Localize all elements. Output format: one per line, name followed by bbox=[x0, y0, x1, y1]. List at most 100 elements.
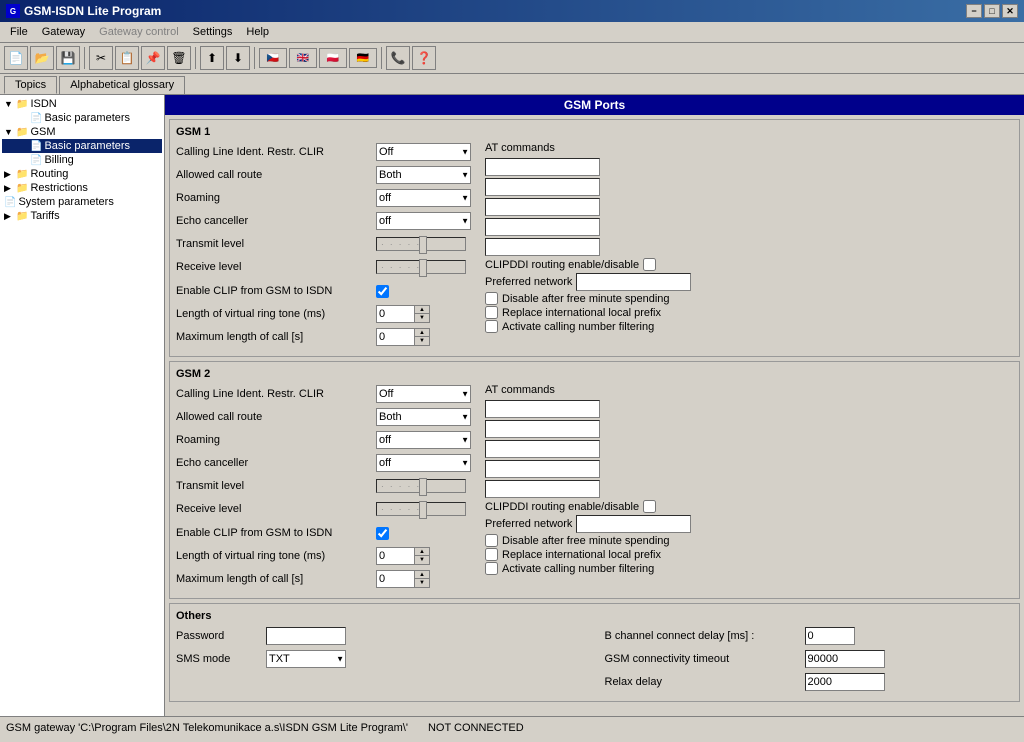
gsm1-maxcall-label: Maximum length of call [s] bbox=[176, 331, 376, 343]
others-password-input[interactable] bbox=[266, 627, 346, 645]
gsm1-clir-select[interactable]: OffOnAuto bbox=[376, 143, 471, 161]
gsm1-maxcall-input[interactable] bbox=[377, 329, 415, 345]
gsm2-maxcall-up[interactable]: ▲ bbox=[415, 571, 429, 579]
others-right-col: B channel connect delay [ms] : GSM conne… bbox=[605, 626, 1014, 695]
help-button[interactable]: ❓ bbox=[412, 46, 436, 70]
tree-item-gsm-billing[interactable]: 📄 Billing bbox=[2, 153, 162, 167]
gsm2-prefnet-input[interactable] bbox=[576, 515, 691, 533]
copy-button[interactable]: 📋 bbox=[115, 46, 139, 70]
paste-button[interactable]: 📌 bbox=[141, 46, 165, 70]
gsm1-at-input3[interactable] bbox=[485, 198, 600, 216]
others-sms-wrapper: TXTPDU bbox=[266, 650, 346, 668]
gsm1-clip-label: Enable CLIP from GSM to ISDN bbox=[176, 285, 376, 297]
gsm2-ring-input[interactable] bbox=[377, 548, 415, 564]
gsm1-maxcall-up[interactable]: ▲ bbox=[415, 329, 429, 337]
gsm2-transmit-slider[interactable]: · · · · · bbox=[376, 479, 466, 493]
gsm2-at-input3[interactable] bbox=[485, 440, 600, 458]
delete-button[interactable]: 🗑 bbox=[167, 46, 191, 70]
tree-item-routing[interactable]: ▶ 📁 Routing bbox=[2, 167, 162, 181]
gsm2-route-select[interactable]: BothOutgoingIncoming bbox=[376, 408, 471, 426]
phone-button[interactable]: 📞 bbox=[386, 46, 410, 70]
upload-button[interactable]: ⬆ bbox=[200, 46, 224, 70]
menu-settings[interactable]: Settings bbox=[187, 24, 239, 40]
flag-cz[interactable]: 🇨🇿 bbox=[259, 48, 287, 68]
others-gsmtimeout-input[interactable] bbox=[805, 650, 885, 668]
gsm2-filter-checkbox[interactable] bbox=[485, 562, 498, 575]
toolbar: 📄 📂 💾 ✂ 📋 📌 🗑 ⬆ ⬇ 🇨🇿 🇬🇧 🇵🇱 🇩🇪 📞 ❓ bbox=[0, 43, 1024, 74]
save-button[interactable]: 💾 bbox=[56, 46, 80, 70]
gsm2-replace-checkbox[interactable] bbox=[485, 548, 498, 561]
gsm2-group: GSM 2 Calling Line Ident. Restr. CLIR Of… bbox=[169, 361, 1020, 599]
tree-item-isdn[interactable]: ▼ 📁 ISDN bbox=[2, 97, 162, 111]
gsm2-disable-checkbox[interactable] bbox=[485, 534, 498, 547]
gsm2-ring-row: Length of virtual ring tone (ms) ▲ ▼ bbox=[176, 546, 471, 566]
gsm1-transmit-dots: · · · · · bbox=[377, 240, 425, 249]
gsm2-at-input2[interactable] bbox=[485, 420, 600, 438]
gsm1-ring-up[interactable]: ▲ bbox=[415, 306, 429, 314]
gsm1-receive-slider[interactable]: · · · · · bbox=[376, 260, 466, 274]
gsm1-disable-checkbox[interactable] bbox=[485, 292, 498, 305]
gsm1-route-label: Allowed call route bbox=[176, 169, 376, 181]
gsm2-receive-slider[interactable]: · · · · · bbox=[376, 502, 466, 516]
tree-item-sysparams[interactable]: 📄 System parameters bbox=[2, 195, 162, 209]
minimize-button[interactable]: − bbox=[966, 4, 982, 18]
flag-pl[interactable]: 🇵🇱 bbox=[319, 48, 347, 68]
tree-item-tariffs[interactable]: ▶ 📁 Tariffs bbox=[2, 209, 162, 223]
close-button[interactable]: ✕ bbox=[1002, 4, 1018, 18]
others-bchannel-input[interactable] bbox=[805, 627, 855, 645]
gsm1-replace-checkbox[interactable] bbox=[485, 306, 498, 319]
gsm1-clip-checkbox[interactable] bbox=[376, 285, 389, 298]
gsm1-transmit-slider[interactable]: · · · · · bbox=[376, 237, 466, 251]
tree-item-gsm-basic[interactable]: 📄 Basic parameters bbox=[2, 139, 162, 153]
gsm1-ring-down[interactable]: ▼ bbox=[415, 314, 429, 322]
tree-item-gsm[interactable]: ▼ 📁 GSM bbox=[2, 125, 162, 139]
menu-file[interactable]: File bbox=[4, 24, 34, 40]
gsm2-clir-select[interactable]: OffOnAuto bbox=[376, 385, 471, 403]
download-button[interactable]: ⬇ bbox=[226, 46, 250, 70]
gsm1-at-input2[interactable] bbox=[485, 178, 600, 196]
others-relax-input[interactable] bbox=[805, 673, 885, 691]
tree-item-isdn-basic[interactable]: 📄 Basic parameters bbox=[2, 111, 162, 125]
content-area: ▼ 📁 ISDN 📄 Basic parameters ▼ 📁 GSM 📄 Ba… bbox=[0, 95, 1024, 716]
gsm1-echo-select[interactable]: offon bbox=[376, 212, 471, 230]
open-button[interactable]: 📂 bbox=[30, 46, 54, 70]
tab-topics[interactable]: Topics bbox=[4, 76, 57, 94]
gsm2-maxcall-down[interactable]: ▼ bbox=[415, 579, 429, 587]
gsm1-ring-input[interactable] bbox=[377, 306, 415, 322]
gsm2-maxcall-input[interactable] bbox=[377, 571, 415, 587]
gsm2-at-input4[interactable] bbox=[485, 460, 600, 478]
menu-gateway-control[interactable]: Gateway control bbox=[93, 24, 184, 40]
gsm2-clip-checkbox[interactable] bbox=[376, 527, 389, 540]
others-sms-select[interactable]: TXTPDU bbox=[266, 650, 346, 668]
gsm1-prefnet-input[interactable] bbox=[576, 273, 691, 291]
gsm1-echo-wrapper: offon bbox=[376, 212, 471, 230]
gsm2-receive-label: Receive level bbox=[176, 503, 376, 515]
gsm2-roaming-select[interactable]: offon bbox=[376, 431, 471, 449]
gsm1-at-input1[interactable] bbox=[485, 158, 600, 176]
cut-button[interactable]: ✂ bbox=[89, 46, 113, 70]
menu-gateway[interactable]: Gateway bbox=[36, 24, 91, 40]
gsm1-filter-checkbox[interactable] bbox=[485, 320, 498, 333]
gsm2-ring-up[interactable]: ▲ bbox=[415, 548, 429, 556]
gsm2-clipddi-checkbox[interactable] bbox=[643, 500, 656, 513]
maximize-button[interactable]: □ bbox=[984, 4, 1000, 18]
gsm1-roaming-select[interactable]: offon bbox=[376, 189, 471, 207]
gsm1-at-input5[interactable] bbox=[485, 238, 600, 256]
new-button[interactable]: 📄 bbox=[4, 46, 28, 70]
flag-de[interactable]: 🇩🇪 bbox=[349, 48, 377, 68]
gsm2-at-input5[interactable] bbox=[485, 480, 600, 498]
gsm1-clipddi-checkbox[interactable] bbox=[643, 258, 656, 271]
gsm2-at-input1[interactable] bbox=[485, 400, 600, 418]
gsm1-route-select[interactable]: BothOutgoingIncoming bbox=[376, 166, 471, 184]
gsm1-at-input4[interactable] bbox=[485, 218, 600, 236]
gsm1-maxcall-down[interactable]: ▼ bbox=[415, 337, 429, 345]
gsm2-disable-label: Disable after free minute spending bbox=[502, 535, 670, 547]
tree-item-restrictions[interactable]: ▶ 📁 Restrictions bbox=[2, 181, 162, 195]
gsm2-echo-label: Echo canceller bbox=[176, 457, 376, 469]
menu-help[interactable]: Help bbox=[240, 24, 275, 40]
gsm2-echo-select[interactable]: offon bbox=[376, 454, 471, 472]
flag-gb[interactable]: 🇬🇧 bbox=[289, 48, 317, 68]
gsm2-ring-down[interactable]: ▼ bbox=[415, 556, 429, 564]
tab-glossary[interactable]: Alphabetical glossary bbox=[59, 76, 185, 94]
gsm2-title: GSM 2 bbox=[176, 368, 1013, 380]
